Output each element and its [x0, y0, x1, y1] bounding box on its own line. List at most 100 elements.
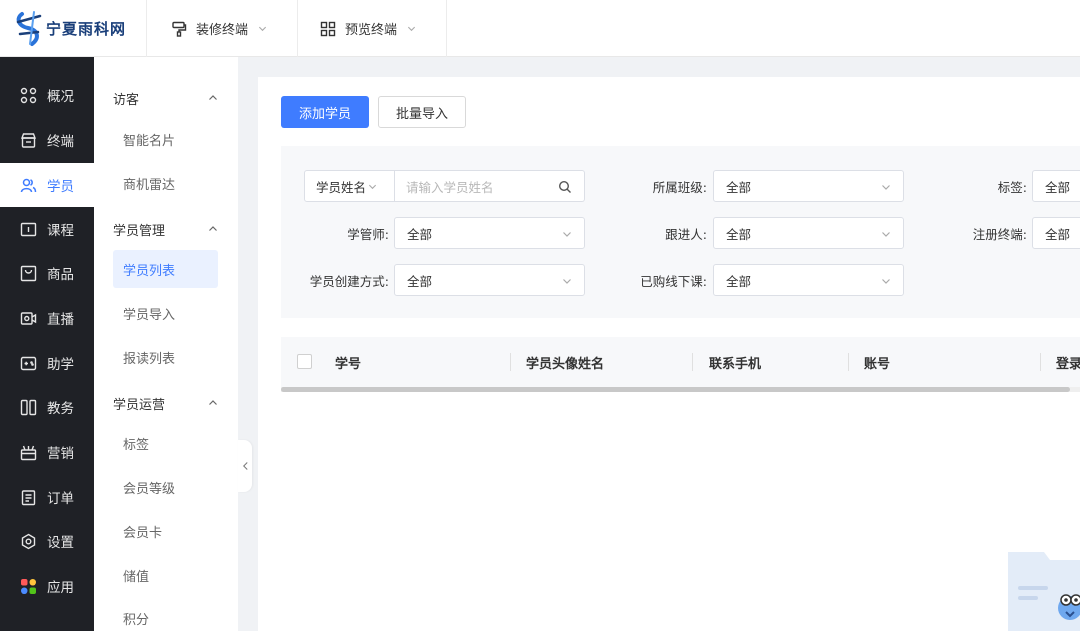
gamepad-icon: [20, 356, 37, 370]
subnav-item-label: 智能名片: [123, 133, 176, 149]
subnav-group-label: 学员运营: [113, 397, 166, 413]
column-divider: [692, 353, 693, 371]
column-avatar-name: 学员头像姓名: [526, 356, 605, 372]
bag-icon: [20, 265, 37, 281]
chevron-down-icon: [882, 185, 890, 190]
camera-icon: [20, 311, 37, 325]
student-name-search-input[interactable]: 请输入学员姓名: [395, 170, 585, 202]
add-student-button[interactable]: 添加学员: [281, 96, 369, 128]
create-method-filter-label: 学员创建方式:: [309, 273, 389, 289]
sidebar-item-apps[interactable]: 应用: [0, 564, 94, 608]
chevron-down-icon: [882, 232, 890, 237]
class-select[interactable]: 全部: [713, 170, 904, 202]
preview-terminal-menu[interactable]: 预览终端: [320, 0, 416, 57]
main-content-card: 添加学员 批量导入 学员姓名 请输入学员姓名 所属班级: 全部 标签: 全部 学…: [258, 77, 1080, 631]
create-method-select[interactable]: 全部: [394, 264, 585, 296]
sidebar-item-label: 课程: [47, 223, 74, 239]
sidebar-item-students[interactable]: 学员: [0, 163, 94, 207]
class-filter-label: 所属班级:: [652, 179, 707, 195]
search-field-selector[interactable]: 学员姓名: [304, 170, 395, 202]
horizontal-scrollbar[interactable]: [281, 387, 1070, 392]
sidebar-item-courses[interactable]: 课程: [0, 207, 94, 251]
subnav-item-label: 会员等级: [123, 481, 176, 497]
column-phone: 联系手机: [709, 356, 762, 372]
follower-filter-label: 跟进人:: [665, 226, 707, 242]
book-icon: [20, 222, 37, 236]
column-account: 账号: [864, 356, 891, 372]
decorate-terminal-label: 装修终端: [196, 23, 249, 38]
manager-filter-label: 学管师:: [347, 226, 389, 242]
apps-icon: [21, 578, 36, 594]
subnav-item-member-level[interactable]: 会员等级: [113, 468, 218, 506]
sidebar-item-orders[interactable]: 订单: [0, 475, 94, 519]
tag-select[interactable]: 全部: [1032, 170, 1080, 202]
batch-import-button[interactable]: 批量导入: [378, 96, 466, 128]
subnav-item-opportunity-radar[interactable]: 商机雷达: [113, 164, 218, 202]
sidebar-item-label: 设置: [47, 535, 74, 551]
subnav-item-member-card[interactable]: 会员卡: [113, 512, 218, 550]
filter-panel: 学员姓名 请输入学员姓名 所属班级: 全部 标签: 全部 学管师: 全部 跟进人…: [281, 146, 1080, 318]
sidebar-item-products[interactable]: 商品: [0, 251, 94, 295]
subnav-item-stored-value[interactable]: 储值: [113, 556, 218, 594]
preview-terminal-label: 预览终端: [345, 23, 398, 38]
offline-course-select-value: 全部: [726, 273, 752, 289]
sidebar-item-label: 商品: [47, 267, 74, 283]
chevron-up-icon: [209, 226, 217, 231]
subnav-item-label: 商机雷达: [123, 177, 176, 193]
subnav-item-label: 学员列表: [123, 263, 176, 279]
chevron-left-icon: [242, 462, 248, 470]
logo-mark-icon: [16, 11, 42, 46]
qr-grid-icon: [320, 21, 336, 36]
sidebar-item-live[interactable]: 直播: [0, 296, 94, 340]
sidebar-item-label: 应用: [47, 580, 74, 596]
subnav-item-label: 学员导入: [123, 307, 176, 323]
subnav-group-student-operations[interactable]: 学员运营: [94, 388, 238, 418]
column-login: 登录: [1056, 356, 1080, 372]
sidebar-item-learning-aid[interactable]: 助学: [0, 341, 94, 385]
decorate-terminal-menu[interactable]: 装修终端: [171, 0, 267, 57]
terminal-select[interactable]: 全部: [1032, 217, 1080, 249]
users-icon: [20, 178, 37, 192]
top-divider: [446, 0, 447, 57]
follower-select[interactable]: 全部: [713, 217, 904, 249]
search-field-label: 学员姓名: [316, 179, 367, 195]
subnav-item-label: 储值: [123, 569, 150, 585]
store-icon: [20, 132, 37, 148]
paint-roller-icon: [172, 21, 187, 37]
subnav-item-label: 报读列表: [123, 351, 176, 367]
subnav-item-points[interactable]: 积分: [113, 599, 218, 631]
sidebar-item-label: 营销: [47, 446, 74, 462]
column-student-id: 学号: [335, 356, 362, 372]
gift-icon: [20, 445, 37, 460]
class-select-value: 全部: [726, 179, 752, 195]
sidebar-item-settings[interactable]: 设置: [0, 519, 94, 563]
sidebar-collapse-handle[interactable]: [238, 440, 252, 492]
subnav-group-visitors[interactable]: 访客: [94, 83, 238, 113]
search-icon[interactable]: [558, 180, 572, 194]
grid-icon: [20, 87, 37, 103]
top-divider: [297, 0, 298, 57]
empty-state-illustration-icon: [1008, 552, 1080, 631]
subnav-item-label: 会员卡: [123, 525, 163, 541]
subnav-item-student-import[interactable]: 学员导入: [113, 294, 218, 332]
subnav-group-student-management[interactable]: 学员管理: [94, 214, 238, 244]
manager-select[interactable]: 全部: [394, 217, 585, 249]
select-all-checkbox[interactable]: [297, 354, 312, 369]
column-divider: [510, 353, 511, 371]
sidebar-item-terminal[interactable]: 终端: [0, 118, 94, 162]
subnav-item-student-list[interactable]: 学员列表: [113, 250, 218, 288]
sidebar-item-overview[interactable]: 概况: [0, 73, 94, 117]
subnav-group-label: 学员管理: [113, 223, 166, 239]
logo[interactable]: 宁夏雨科网: [14, 8, 126, 48]
subnav-item-enrollment-list[interactable]: 报读列表: [113, 338, 218, 376]
subnav-item-smart-card[interactable]: 智能名片: [113, 120, 218, 158]
chevron-down-icon: [563, 279, 571, 284]
sidebar-item-marketing[interactable]: 营销: [0, 430, 94, 474]
search-placeholder: 请输入学员姓名: [406, 179, 494, 195]
main-sidebar: 概况 终端 学员 课程 商品 直播 助学 教务 营销 订单 设置 应用: [0, 57, 94, 631]
subnav-item-label: 标签: [123, 437, 150, 453]
sidebar-item-academic[interactable]: 教务: [0, 385, 94, 429]
offline-course-select[interactable]: 全部: [713, 264, 904, 296]
sidebar-item-label: 终端: [47, 134, 74, 150]
subnav-item-tags[interactable]: 标签: [113, 424, 218, 462]
